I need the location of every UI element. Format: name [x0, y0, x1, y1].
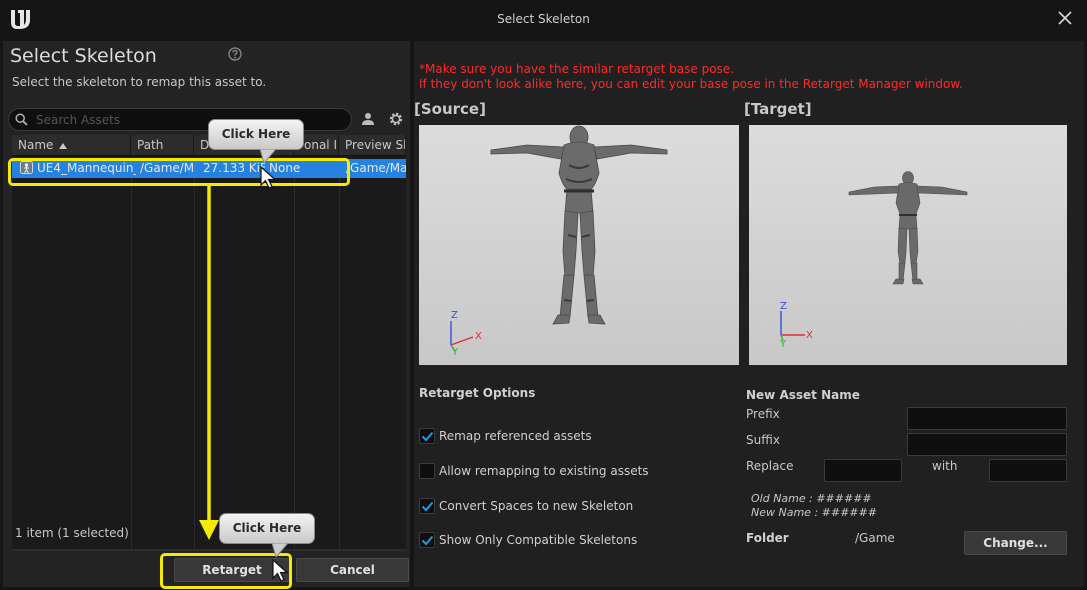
folder-label: Folder [746, 531, 789, 545]
prefix-label: Prefix [746, 407, 780, 421]
target-axis-y: Y [779, 339, 787, 350]
column-divider [294, 178, 295, 549]
column-name[interactable]: Name [12, 135, 131, 156]
retarget-options-title: Retarget Options [419, 386, 536, 400]
target-label: [Target] [744, 100, 812, 118]
callout-tail-icon [271, 543, 289, 559]
source-label: [Source] [414, 100, 486, 118]
column-divider [131, 178, 132, 549]
panel-title: Select Skeleton [10, 45, 157, 67]
replace-field[interactable] [824, 459, 902, 482]
help-icon[interactable] [228, 47, 242, 61]
source-mannequin-figure: Z X Y [419, 125, 739, 365]
close-icon[interactable] [1057, 10, 1073, 26]
user-filter-icon[interactable] [361, 112, 375, 126]
prefix-field[interactable] [907, 407, 1067, 430]
with-field[interactable] [989, 459, 1067, 482]
option-label: Allow remapping to existing assets [439, 464, 649, 478]
source-viewport[interactable]: Z X Y [419, 125, 739, 365]
checkbox-convert-spaces[interactable] [419, 498, 435, 514]
new-asset-name-title: New Asset Name [746, 388, 860, 402]
target-axis-z: Z [780, 301, 787, 312]
mouse-cursor-icon [272, 559, 289, 582]
warning-line-1: *Make sure you have the similar retarget… [419, 62, 735, 76]
change-folder-button[interactable]: Change... [964, 531, 1067, 555]
folder-value: /Game [855, 531, 895, 545]
checkbox-show-compatible[interactable] [419, 532, 435, 548]
source-axis-z: Z [451, 310, 458, 321]
checkbox-allow-existing[interactable] [419, 463, 435, 479]
target-axis-x: X [806, 330, 813, 341]
search-icon [15, 113, 28, 126]
suffix-input[interactable] [908, 434, 1066, 456]
row-highlight [8, 158, 350, 186]
cancel-button[interactable]: Cancel [296, 558, 409, 582]
target-mannequin-figure: Z X Y [749, 125, 1067, 365]
warning-line-2: If they don't look alike here, you can e… [419, 77, 963, 91]
callout-retarget: Click Here [219, 513, 315, 544]
arrow-down-icon [199, 184, 219, 540]
target-viewport[interactable]: Z X Y [749, 125, 1067, 365]
callout-tail-icon [259, 149, 277, 165]
column-preview-skeleton[interactable]: Preview Sk [339, 135, 406, 156]
checkmark-icon [421, 501, 434, 512]
suffix-label: Suffix [746, 433, 780, 447]
column-divider [194, 178, 195, 549]
prefix-input[interactable] [908, 408, 1066, 430]
option-label: Convert Spaces to new Skeleton [439, 499, 634, 513]
replace-input[interactable] [825, 460, 901, 482]
mouse-cursor-icon [260, 166, 277, 189]
sort-ascending-icon [59, 142, 68, 149]
column-divider [339, 178, 340, 549]
with-label: with [932, 459, 958, 473]
gear-icon[interactable] [388, 111, 404, 127]
option-label: Remap referenced assets [439, 429, 592, 443]
callout-row: Click Here [208, 119, 304, 150]
window-title: Select Skeleton [497, 12, 590, 26]
old-name-preview: Old Name : ###### [751, 492, 872, 505]
panel-description: Select the skeleton to remap this asset … [12, 75, 267, 89]
item-count: 1 item (1 selected) [15, 526, 129, 540]
suffix-field[interactable] [907, 433, 1067, 456]
cell-preview: /Game/Ma [346, 161, 406, 175]
title-bar: Select Skeleton [0, 0, 1087, 41]
column-name-label: Name [18, 138, 54, 152]
replace-label: Replace [746, 459, 794, 473]
option-label: Show Only Compatible Skeletons [439, 533, 638, 547]
new-name-preview: New Name : ###### [751, 506, 877, 519]
column-path[interactable]: Path [131, 135, 194, 156]
checkmark-icon [421, 431, 434, 442]
preview-options-panel: *Make sure you have the similar retarget… [414, 41, 1084, 587]
checkbox-remap-referenced[interactable] [419, 428, 435, 444]
with-input[interactable] [990, 460, 1066, 482]
source-axis-x: X [475, 331, 482, 342]
source-axis-y: Y [451, 347, 459, 358]
checkmark-icon [421, 535, 434, 546]
